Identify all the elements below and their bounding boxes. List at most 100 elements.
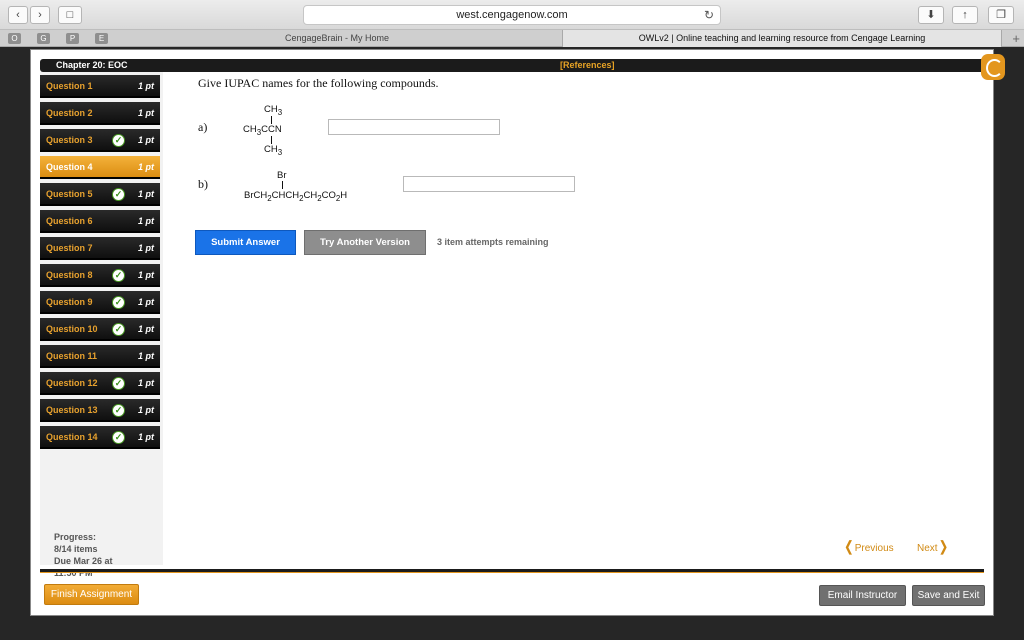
part-a-top-group: CH3 <box>264 104 283 117</box>
question-points: 1 pt <box>138 378 155 388</box>
question-item-11[interactable]: Question 11 1 pt <box>40 345 160 368</box>
favorite-g[interactable]: G <box>37 33 50 44</box>
question-item-7[interactable]: Question 7 1 pt <box>40 237 160 260</box>
question-item-13[interactable]: Question 13 ✓ 1 pt <box>40 399 160 422</box>
finish-assignment-button[interactable]: Finish Assignment <box>44 584 139 605</box>
question-item-5[interactable]: Question 5 ✓ 1 pt <box>40 183 160 206</box>
question-label: Question 5 <box>46 189 93 199</box>
tab-owlv2[interactable]: OWLv2 | Online teaching and learning res… <box>562 30 1002 47</box>
question-item-6[interactable]: Question 6 1 pt <box>40 210 160 233</box>
progress-value: 8/14 items <box>54 544 98 554</box>
question-points: 1 pt <box>138 405 155 415</box>
part-a-bottom-group: CH3 <box>264 144 283 157</box>
question-points: 1 pt <box>138 324 155 334</box>
question-sidebar: Question 1 1 pt Question 2 1 pt Question… <box>40 72 163 578</box>
question-points: 1 pt <box>138 216 155 226</box>
question-label: Question 14 <box>46 432 98 442</box>
question-item-3[interactable]: Question 3 ✓ 1 pt <box>40 129 160 152</box>
part-a-main-chain: CH3CCN <box>243 124 282 137</box>
part-b-top-group: Br <box>277 170 287 181</box>
chapter-header: Chapter 20: EOC [References] <box>40 59 984 72</box>
question-points: 1 pt <box>138 108 155 118</box>
question-label: Question 4 <box>46 162 93 172</box>
checkmark-icon: ✓ <box>112 404 125 417</box>
previous-link[interactable]: ❬Previous <box>843 538 894 555</box>
question-points: 1 pt <box>138 297 155 307</box>
question-item-2[interactable]: Question 2 1 pt <box>40 102 160 125</box>
question-label: Question 9 <box>46 297 93 307</box>
checkmark-icon: ✓ <box>112 269 125 282</box>
question-points: 1 pt <box>138 270 155 280</box>
next-label: Next <box>917 543 938 554</box>
tabs-icon[interactable]: ❐ <box>988 6 1014 24</box>
previous-label: Previous <box>854 543 894 554</box>
tab-cengagebrain[interactable]: CengageBrain - My Home <box>112 30 562 47</box>
question-points: 1 pt <box>138 243 155 253</box>
next-link[interactable]: Next❭ <box>917 538 949 555</box>
help-tab-icon[interactable] <box>981 54 1005 80</box>
checkmark-icon: ✓ <box>112 323 125 336</box>
share-icon[interactable]: ↑ <box>952 6 978 24</box>
chevron-right-icon: ❭ <box>937 538 950 554</box>
submit-answer-button[interactable]: Submit Answer <box>195 230 296 255</box>
question-points: 1 pt <box>138 81 155 91</box>
question-item-14[interactable]: Question 14 ✓ 1 pt <box>40 426 160 449</box>
favorite-o[interactable]: O <box>8 33 21 44</box>
question-label: Question 3 <box>46 135 93 145</box>
part-b-label: b) <box>198 177 208 191</box>
question-label: Question 13 <box>46 405 98 415</box>
question-label: Question 1 <box>46 81 93 91</box>
part-b-main-chain: BrCH2CHCH2CH2CO2H <box>244 190 348 203</box>
attempts-remaining: 3 item attempts remaining <box>437 237 549 247</box>
question-points: 1 pt <box>138 432 155 442</box>
question-prompt: Give IUPAC names for the following compo… <box>198 76 439 90</box>
bond-line <box>271 136 272 144</box>
bond-line <box>282 181 283 189</box>
sidebar-icon[interactable]: □ <box>58 6 82 24</box>
back-icon[interactable]: ‹ <box>8 6 28 24</box>
question-label: Question 12 <box>46 378 98 388</box>
question-item-12[interactable]: Question 12 ✓ 1 pt <box>40 372 160 395</box>
chevron-left-icon: ❬ <box>843 538 855 554</box>
answer-input-a[interactable] <box>328 119 500 135</box>
question-item-4[interactable]: Question 4 1 pt <box>40 156 160 179</box>
question-points: 1 pt <box>138 189 155 199</box>
checkmark-icon: ✓ <box>112 188 125 201</box>
page: Chapter 20: EOC [References] Question 1 … <box>30 49 1005 616</box>
favorite-e[interactable]: E <box>95 33 108 44</box>
question-points: 1 pt <box>138 162 155 172</box>
browser-toolbar: ‹ › □ west.cengagenow.com ↻ ⬇ ↑ ❐ <box>0 0 1024 30</box>
address-bar[interactable]: west.cengagenow.com ↻ <box>303 5 721 25</box>
bond-line <box>271 116 272 124</box>
question-label: Question 11 <box>46 351 98 361</box>
question-item-8[interactable]: Question 8 ✓ 1 pt <box>40 264 160 287</box>
question-item-9[interactable]: Question 9 ✓ 1 pt <box>40 291 160 314</box>
plus-icon[interactable]: + <box>1012 30 1020 47</box>
question-label: Question 10 <box>46 324 98 334</box>
checkmark-icon: ✓ <box>112 296 125 309</box>
chapter-title: Chapter 20: EOC <box>56 60 128 70</box>
question-label: Question 8 <box>46 270 93 280</box>
references-link[interactable]: [References] <box>560 59 615 72</box>
question-item-10[interactable]: Question 10 ✓ 1 pt <box>40 318 160 341</box>
progress-label: Progress: <box>54 532 97 542</box>
due-date-line1: Due Mar 26 at <box>54 556 113 566</box>
answer-input-b[interactable] <box>403 176 575 192</box>
question-label: Question 7 <box>46 243 93 253</box>
checkmark-icon: ✓ <box>112 134 125 147</box>
reload-icon[interactable]: ↻ <box>704 6 714 24</box>
footer-divider <box>40 569 984 573</box>
checkmark-icon: ✓ <box>112 431 125 444</box>
try-another-version-button[interactable]: Try Another Version <box>304 230 426 255</box>
tab-bar: O G P E CengageBrain - My Home OWLv2 | O… <box>0 30 1024 47</box>
download-icon[interactable]: ⬇ <box>918 6 944 24</box>
question-points: 1 pt <box>138 135 155 145</box>
question-points: 1 pt <box>138 351 155 361</box>
question-item-1[interactable]: Question 1 1 pt <box>40 75 160 98</box>
forward-icon[interactable]: › <box>30 6 50 24</box>
part-a-label: a) <box>198 120 208 134</box>
email-instructor-button[interactable]: Email Instructor <box>819 585 906 606</box>
save-and-exit-button[interactable]: Save and Exit <box>912 585 985 606</box>
favorite-p[interactable]: P <box>66 33 79 44</box>
url-text: west.cengagenow.com <box>456 9 568 21</box>
